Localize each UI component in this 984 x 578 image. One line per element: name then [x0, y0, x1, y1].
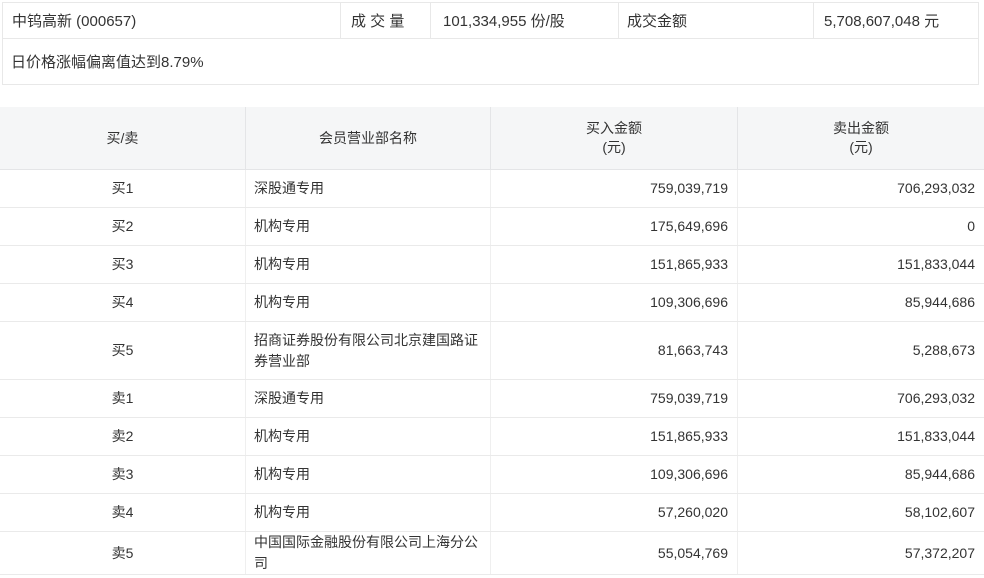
stock-title: 中钨高新 (000657)	[3, 3, 340, 38]
column-header-sell-amount: 卖出金额 (元)	[737, 107, 984, 169]
broker-cell: 机构专用	[245, 208, 490, 245]
column-header-broker: 会员营业部名称	[245, 107, 490, 169]
table-row: 买2 机构专用 175,649,696 0	[0, 208, 984, 246]
broker-cell: 机构专用	[245, 456, 490, 493]
rank-cell: 卖1	[0, 380, 245, 417]
buy-amount-cell: 55,054,769	[490, 532, 737, 574]
buy-amount-cell: 759,039,719	[490, 170, 737, 207]
broker-cell: 招商证券股份有限公司北京建国路证券营业部	[245, 322, 490, 379]
table-row: 买3 机构专用 151,865,933 151,833,044	[0, 246, 984, 284]
turnover-value: 5,708,607,048 元	[813, 3, 978, 38]
sell-amount-cell: 5,288,673	[737, 322, 984, 379]
sell-amount-cell: 706,293,032	[737, 380, 984, 417]
volume-label: 成 交 量	[340, 3, 430, 38]
table-row: 卖5 中国国际金融股份有限公司上海分公司 55,054,769 57,372,2…	[0, 532, 984, 575]
table-row: 卖4 机构专用 57,260,020 58,102,607	[0, 494, 984, 532]
table-row: 卖1 深股通专用 759,039,719 706,293,032	[0, 380, 984, 418]
sell-amount-cell: 85,944,686	[737, 456, 984, 493]
price-deviation-note: 日价格涨幅偏离值达到8.79%	[3, 39, 978, 84]
table-header-row: 买/卖 会员营业部名称 买入金额 (元) 卖出金额 (元)	[0, 107, 984, 170]
sell-amount-cell: 0	[737, 208, 984, 245]
rank-cell: 买5	[0, 322, 245, 379]
buy-amount-cell: 109,306,696	[490, 284, 737, 321]
sell-amount-cell: 57,372,207	[737, 532, 984, 574]
sell-amount-cell: 58,102,607	[737, 494, 984, 531]
column-header-rank: 买/卖	[0, 107, 245, 169]
sell-amount-label-line1: 卖出金额	[833, 119, 889, 138]
broker-cell: 中国国际金融股份有限公司上海分公司	[245, 532, 490, 574]
broker-cell: 深股通专用	[245, 170, 490, 207]
buy-amount-cell: 109,306,696	[490, 456, 737, 493]
rank-cell: 买2	[0, 208, 245, 245]
volume-value: 101,334,955 份/股	[430, 3, 618, 38]
turnover-label: 成交金额	[618, 3, 813, 38]
rank-cell: 卖2	[0, 418, 245, 455]
rank-cell: 卖3	[0, 456, 245, 493]
table-row: 买5 招商证券股份有限公司北京建国路证券营业部 81,663,743 5,288…	[0, 322, 984, 380]
buy-amount-cell: 175,649,696	[490, 208, 737, 245]
column-header-buy-amount: 买入金额 (元)	[490, 107, 737, 169]
sell-amount-label-line2: (元)	[849, 138, 872, 157]
buy-amount-cell: 57,260,020	[490, 494, 737, 531]
broker-cell: 机构专用	[245, 494, 490, 531]
buy-amount-cell: 151,865,933	[490, 418, 737, 455]
buy-amount-label-line2: (元)	[602, 138, 625, 157]
rank-cell: 买3	[0, 246, 245, 283]
table-row: 卖3 机构专用 109,306,696 85,944,686	[0, 456, 984, 494]
buy-amount-cell: 151,865,933	[490, 246, 737, 283]
rank-cell: 买4	[0, 284, 245, 321]
table-row: 卖2 机构专用 151,865,933 151,833,044	[0, 418, 984, 456]
sell-amount-cell: 151,833,044	[737, 246, 984, 283]
broker-cell: 机构专用	[245, 246, 490, 283]
rank-cell: 卖5	[0, 532, 245, 574]
summary-row: 中钨高新 (000657) 成 交 量 101,334,955 份/股 成交金额…	[3, 3, 978, 39]
sell-amount-cell: 706,293,032	[737, 170, 984, 207]
broker-cell: 机构专用	[245, 284, 490, 321]
stock-summary-box: 中钨高新 (000657) 成 交 量 101,334,955 份/股 成交金额…	[2, 2, 979, 85]
buy-amount-cell: 81,663,743	[490, 322, 737, 379]
buy-amount-cell: 759,039,719	[490, 380, 737, 417]
table-row: 买1 深股通专用 759,039,719 706,293,032	[0, 170, 984, 208]
sell-amount-cell: 151,833,044	[737, 418, 984, 455]
table-row: 买4 机构专用 109,306,696 85,944,686	[0, 284, 984, 322]
rank-cell: 卖4	[0, 494, 245, 531]
broker-cell: 机构专用	[245, 418, 490, 455]
buy-amount-label-line1: 买入金额	[586, 119, 642, 138]
sell-amount-cell: 85,944,686	[737, 284, 984, 321]
broker-seat-table: 买/卖 会员营业部名称 买入金额 (元) 卖出金额 (元) 买1 深股通专用 7…	[0, 107, 984, 575]
broker-cell: 深股通专用	[245, 380, 490, 417]
rank-cell: 买1	[0, 170, 245, 207]
